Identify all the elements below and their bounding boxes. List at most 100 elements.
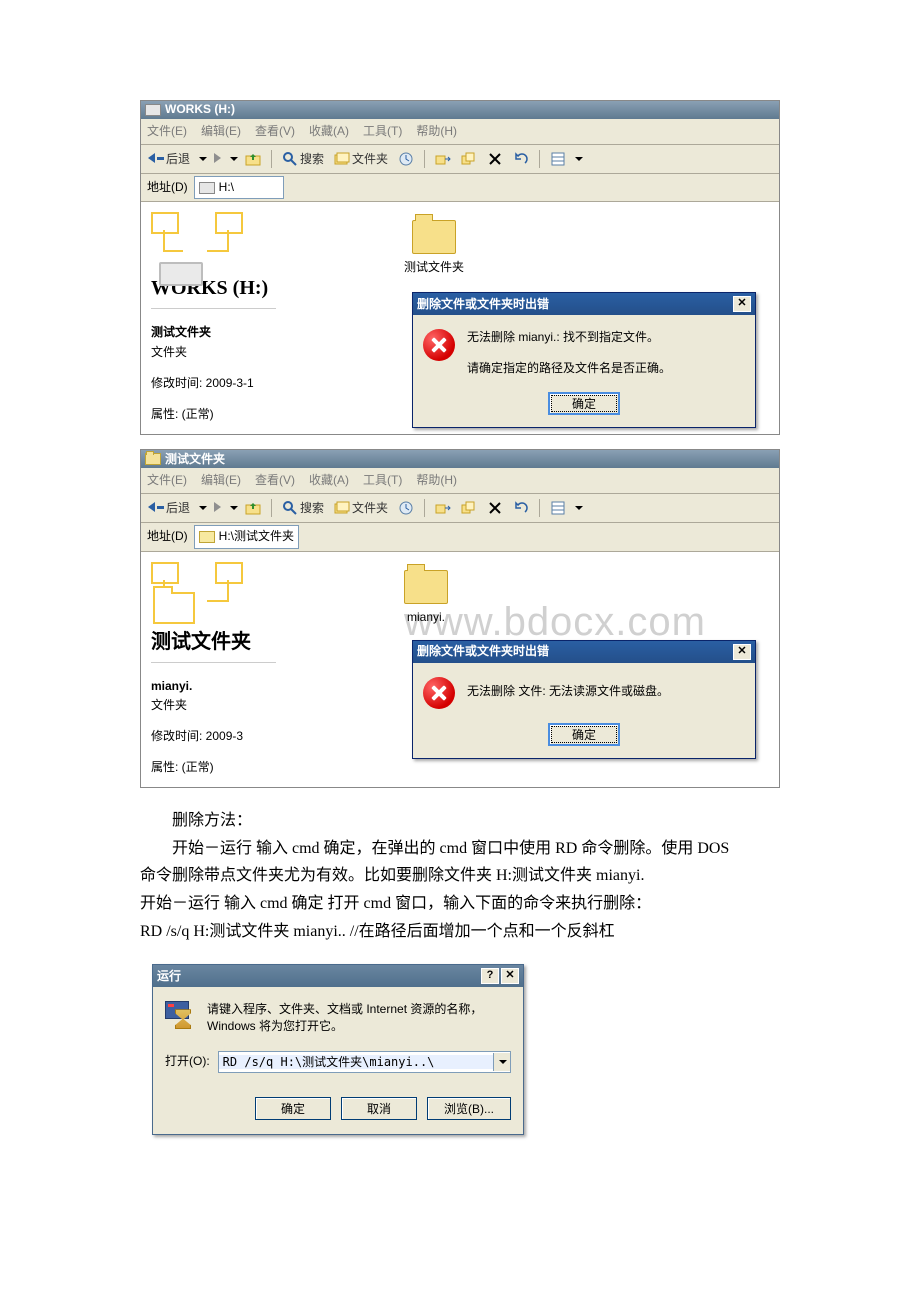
address-field[interactable]: H:\	[194, 176, 284, 199]
folder-item[interactable]: 测试文件夹	[404, 220, 464, 277]
folder-item[interactable]: mianyi.	[404, 570, 448, 627]
help-button[interactable]: ?	[481, 968, 499, 984]
menu-tools[interactable]: 工具(T)	[363, 122, 402, 141]
forward-dropdown-icon[interactable]	[230, 157, 238, 161]
copy-to-button[interactable]	[458, 499, 480, 517]
title-bar: WORKS (H:)	[141, 101, 779, 119]
pane-title: 测试文件夹	[151, 626, 276, 663]
folder-up-icon	[245, 500, 261, 516]
copy-to-icon	[461, 500, 477, 516]
modified-time: 修改时间: 2009-3-1	[151, 374, 276, 393]
selected-name: mianyi.	[151, 679, 192, 693]
ok-button[interactable]: 确定	[548, 392, 620, 415]
folders-button[interactable]: 文件夹	[331, 498, 391, 519]
menu-help[interactable]: 帮助(H)	[416, 122, 457, 141]
explorer-window-works-h: WORKS (H:) 文件(E) 编辑(E) 查看(V) 收藏(A) 工具(T)…	[140, 100, 780, 435]
info-pane: WORKS (H:) 测试文件夹 文件夹 修改时间: 2009-3-1 属性: …	[141, 202, 284, 434]
menu-view[interactable]: 查看(V)	[255, 471, 295, 490]
forward-button[interactable]	[211, 498, 224, 519]
cancel-button[interactable]: 取消	[341, 1097, 417, 1120]
back-button[interactable]: 后退	[145, 149, 193, 170]
search-icon	[282, 500, 298, 516]
folder-up-icon	[245, 151, 261, 167]
menu-fav[interactable]: 收藏(A)	[309, 122, 349, 141]
undo-icon	[513, 151, 529, 167]
dialog-title: 删除文件或文件夹时出错	[417, 642, 549, 661]
menu-view[interactable]: 查看(V)	[255, 122, 295, 141]
toolbar: 后退 搜索 文件夹	[141, 494, 779, 523]
back-dropdown-icon[interactable]	[199, 157, 207, 161]
search-button[interactable]: 搜索	[279, 149, 327, 170]
forward-arrow-icon	[214, 499, 221, 518]
ok-button[interactable]: 确定	[255, 1097, 331, 1120]
open-combobox[interactable]	[218, 1051, 511, 1073]
title-bar: 测试文件夹	[141, 450, 779, 468]
selected-type: 文件夹	[151, 696, 276, 715]
delete-button[interactable]	[484, 499, 506, 517]
folder-icon	[199, 531, 215, 543]
views-dropdown-icon[interactable]	[575, 506, 583, 510]
address-bar: 地址(D) H:\测试文件夹	[141, 523, 779, 551]
close-button[interactable]: ✕	[501, 968, 519, 984]
menu-edit[interactable]: 编辑(E)	[201, 471, 241, 490]
forward-button[interactable]	[211, 149, 224, 170]
menu-bar: 文件(E) 编辑(E) 查看(V) 收藏(A) 工具(T) 帮助(H)	[141, 119, 779, 145]
dropdown-button[interactable]	[493, 1053, 510, 1071]
error-icon	[423, 329, 455, 361]
content-area: WORKS (H:) 测试文件夹 文件夹 修改时间: 2009-3-1 属性: …	[141, 202, 779, 434]
up-button[interactable]	[242, 150, 264, 168]
address-field[interactable]: H:\测试文件夹	[194, 525, 299, 548]
folder-item-label: 测试文件夹	[404, 258, 464, 277]
ok-button[interactable]: 确定	[548, 723, 620, 746]
forward-dropdown-icon[interactable]	[230, 506, 238, 510]
undo-button[interactable]	[510, 150, 532, 168]
delete-x-icon	[487, 151, 503, 167]
open-input[interactable]	[219, 1055, 493, 1069]
selected-name: 测试文件夹	[151, 325, 211, 339]
views-icon	[550, 500, 566, 516]
copy-to-button[interactable]	[458, 150, 480, 168]
back-dropdown-icon[interactable]	[199, 506, 207, 510]
paragraph: RD /s/q H:测试文件夹 mianyi.. //在路径后面增加一个点和一个…	[140, 919, 780, 945]
selected-type: 文件夹	[151, 343, 276, 362]
views-dropdown-icon[interactable]	[575, 157, 583, 161]
modified-time: 修改时间: 2009-3	[151, 727, 276, 746]
back-button[interactable]: 后退	[145, 498, 193, 519]
file-list-pane: www.bdocx.com mianyi. 删除文件或文件夹时出错 ✕ 无法删除…	[284, 552, 779, 788]
menu-help[interactable]: 帮助(H)	[416, 471, 457, 490]
move-to-button[interactable]	[432, 499, 454, 517]
up-button[interactable]	[242, 499, 264, 517]
folders-button[interactable]: 文件夹	[331, 149, 391, 170]
back-arrow-icon	[148, 150, 164, 169]
folder-tree-graphic	[151, 212, 276, 266]
window-title: WORKS (H:)	[165, 100, 235, 119]
folders-icon	[334, 151, 350, 167]
close-button[interactable]: ✕	[733, 296, 751, 312]
history-icon	[398, 500, 414, 516]
close-button[interactable]: ✕	[733, 644, 751, 660]
menu-bar: 文件(E) 编辑(E) 查看(V) 收藏(A) 工具(T) 帮助(H)	[141, 468, 779, 494]
browse-button[interactable]: 浏览(B)...	[427, 1097, 511, 1120]
delete-x-icon	[487, 500, 503, 516]
attributes: 属性: (正常)	[151, 758, 276, 777]
menu-edit[interactable]: 编辑(E)	[201, 122, 241, 141]
history-button[interactable]	[395, 499, 417, 517]
views-button[interactable]	[547, 499, 569, 517]
dialog-message: 无法删除 mianyi.: 找不到指定文件。 请确定指定的路径及文件名是否正确。	[467, 327, 671, 378]
menu-file[interactable]: 文件(E)	[147, 122, 187, 141]
error-dialog: 删除文件或文件夹时出错 ✕ 无法删除 mianyi.: 找不到指定文件。 请确定…	[412, 292, 756, 428]
dialog-title-bar: 删除文件或文件夹时出错 ✕	[413, 293, 755, 315]
views-button[interactable]	[547, 150, 569, 168]
search-button[interactable]: 搜索	[279, 498, 327, 519]
search-icon	[282, 151, 298, 167]
paragraph: 命令删除带点文件夹尤为有效。比如要删除文件夹 H:测试文件夹 mianyi.	[140, 863, 780, 889]
undo-button[interactable]	[510, 499, 532, 517]
run-title: 运行	[157, 967, 181, 986]
history-button[interactable]	[395, 150, 417, 168]
menu-file[interactable]: 文件(E)	[147, 471, 187, 490]
move-to-button[interactable]	[432, 150, 454, 168]
delete-button[interactable]	[484, 150, 506, 168]
paragraph: 删除方法：	[140, 808, 780, 834]
menu-tools[interactable]: 工具(T)	[363, 471, 402, 490]
menu-fav[interactable]: 收藏(A)	[309, 471, 349, 490]
